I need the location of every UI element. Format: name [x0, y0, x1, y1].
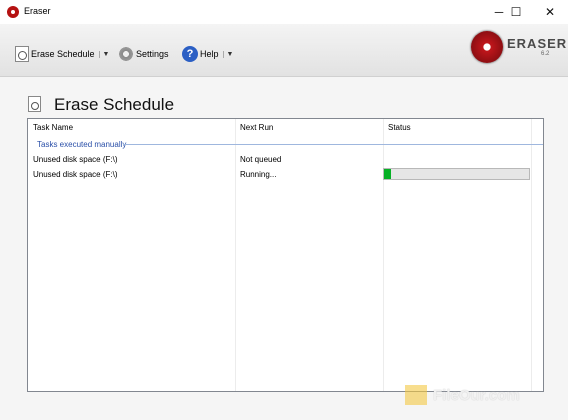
- progress-fill: [384, 169, 392, 179]
- watermark: FileOur.com: [405, 383, 555, 409]
- erase-schedule-label: Erase Schedule: [31, 49, 95, 59]
- eraser-app-icon: [7, 6, 19, 18]
- help-dropdown-icon[interactable]: ▼: [222, 50, 233, 58]
- title-bar: Eraser ─ ☐ ✕: [0, 0, 568, 24]
- gear-icon: [118, 46, 134, 62]
- column-divider: [531, 119, 532, 391]
- logo-name: ERASER: [507, 36, 568, 51]
- help-label: Help: [200, 49, 219, 59]
- column-header-status[interactable]: Status: [383, 119, 531, 137]
- schedule-page-icon: [28, 96, 41, 112]
- settings-button[interactable]: Settings: [118, 45, 169, 63]
- group-divider: [123, 144, 543, 145]
- maximize-button[interactable]: ☐: [499, 0, 533, 24]
- page-title: Erase Schedule: [54, 95, 175, 114]
- app-window: Eraser ─ ☐ ✕ Erase Schedule ▼ Settings ?…: [0, 0, 568, 420]
- column-header-next-run[interactable]: Next Run: [235, 119, 383, 137]
- watermark-logo-icon: [405, 385, 427, 405]
- help-button[interactable]: ? Help ▼: [182, 45, 233, 63]
- settings-label: Settings: [136, 49, 169, 59]
- watermark-text: FileOur.com: [433, 387, 520, 404]
- next-run-cell: Not queued: [240, 155, 282, 164]
- column-divider: [235, 119, 236, 391]
- eraser-logo: ERASER 6.2: [471, 29, 566, 69]
- group-header[interactable]: Tasks executed manually: [37, 140, 126, 149]
- erase-schedule-dropdown-icon[interactable]: ▼: [98, 50, 109, 58]
- task-list[interactable]: Task Name Next Run Status Tasks executed…: [27, 118, 544, 392]
- help-icon: ?: [182, 46, 198, 62]
- task-name-cell: Unused disk space (F:\): [33, 170, 118, 179]
- erase-schedule-icon: [15, 46, 29, 62]
- column-header-task-name[interactable]: Task Name: [28, 119, 235, 137]
- logo-version: 6.2: [541, 51, 550, 57]
- erase-schedule-button[interactable]: Erase Schedule ▼: [15, 45, 109, 63]
- column-divider: [383, 119, 384, 391]
- close-button[interactable]: ✕: [533, 0, 567, 24]
- radiation-logo-icon: [471, 31, 503, 63]
- status-progress-bar: [383, 168, 530, 180]
- next-run-cell: Running...: [240, 170, 277, 179]
- window-title: Eraser: [24, 6, 51, 16]
- task-name-cell: Unused disk space (F:\): [33, 155, 118, 164]
